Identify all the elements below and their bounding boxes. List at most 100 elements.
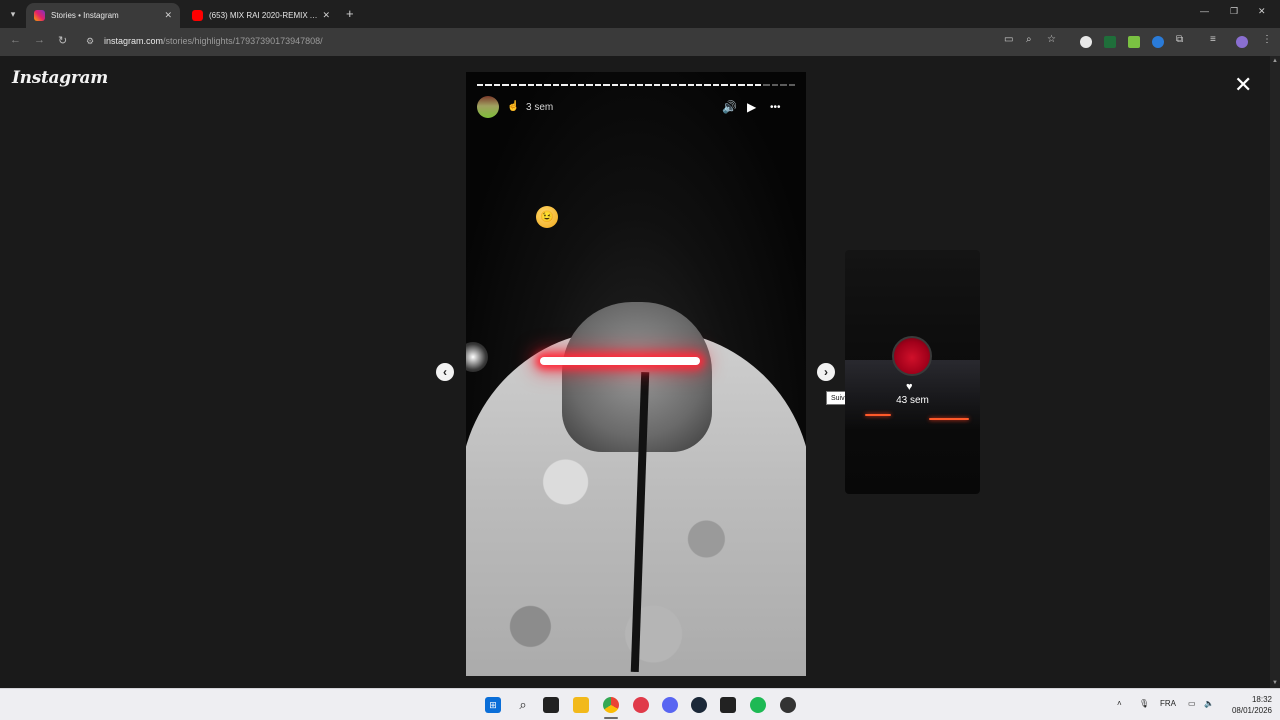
sticker-emoji: 😉 xyxy=(536,206,558,228)
clock-date: 08/01/2026 xyxy=(1231,706,1272,715)
volume-icon[interactable]: 🔈 xyxy=(1204,699,1214,708)
discord-icon[interactable] xyxy=(662,697,678,713)
previous-story-button[interactable]: ‹ xyxy=(436,363,454,381)
minimize-icon[interactable]: — xyxy=(1200,6,1209,16)
spotify-icon[interactable] xyxy=(750,697,766,713)
new-tab-button[interactable]: + xyxy=(346,6,354,21)
forward-icon[interactable]: → xyxy=(34,34,45,46)
next-story-preview[interactable]: ♥ 43 sem xyxy=(845,250,980,494)
progress-segment xyxy=(561,84,568,86)
progress-segment xyxy=(788,84,796,86)
progress-segment xyxy=(712,84,720,86)
progress-segment xyxy=(653,84,661,86)
capcut-icon[interactable] xyxy=(720,697,736,713)
extension-chatgpt-icon[interactable] xyxy=(1080,36,1092,48)
opera-gx-icon[interactable] xyxy=(633,697,649,713)
progress-segment xyxy=(611,84,619,86)
progress-segment xyxy=(569,84,577,86)
tab-close-icon[interactable]: ✕ xyxy=(322,10,330,21)
progress-segment xyxy=(477,84,484,86)
story-user-avatar[interactable] xyxy=(477,96,499,118)
tab-youtube[interactable]: (653) MIX RAI 2020-REMIX ALL... ✕ xyxy=(184,3,338,28)
site-info-icon[interactable]: ⚙ xyxy=(86,36,94,47)
progress-segment xyxy=(695,84,703,86)
story-user-emoji[interactable]: ☝ xyxy=(507,101,519,112)
laser-eyes-effect xyxy=(540,357,700,365)
tab-instagram[interactable]: Stories • Instagram ✕ xyxy=(26,3,180,28)
extensions-puzzle-icon[interactable]: ⧉ xyxy=(1176,34,1183,45)
story-header: ☝ 3 sem 🔊 ▶ ••• xyxy=(477,96,795,120)
active-app-indicator xyxy=(604,717,618,719)
browser-menu-icon[interactable]: ⋮ xyxy=(1262,34,1272,45)
progress-segment xyxy=(578,84,585,86)
next-story-button[interactable]: › xyxy=(817,363,835,381)
tab-title: (653) MIX RAI 2020-REMIX ALL... xyxy=(209,11,319,20)
page-scrollbar[interactable]: ▲ ▼ xyxy=(1270,56,1280,688)
progress-segment xyxy=(729,84,737,86)
cast-icon[interactable]: ▭ xyxy=(1004,34,1013,45)
obs-icon[interactable] xyxy=(780,697,796,713)
preview-avatar xyxy=(892,336,932,376)
address-toolbar: ← → ↻ ⚙ instagram.com/stories/highlights… xyxy=(0,28,1280,56)
chrome-icon[interactable] xyxy=(603,697,619,713)
browser-tab-strip: ▾ Stories • Instagram ✕ (653) MIX RAI 20… xyxy=(0,0,1280,28)
back-icon[interactable]: ← xyxy=(10,34,21,46)
instagram-logo[interactable]: Instagram xyxy=(12,68,108,88)
steam-icon[interactable] xyxy=(691,697,707,713)
reading-list-icon[interactable]: ≡ xyxy=(1210,34,1216,45)
bookmark-star-icon[interactable]: ☆ xyxy=(1047,34,1056,45)
mute-icon[interactable]: 🔊 xyxy=(722,100,737,114)
extension-tradingview-icon[interactable] xyxy=(1104,36,1116,48)
heart-icon: ♥ xyxy=(906,381,913,393)
url-field[interactable]: instagram.com/stories/highlights/1793739… xyxy=(104,36,323,46)
extension-chart-icon[interactable] xyxy=(1128,36,1140,48)
scroll-up-icon[interactable]: ▲ xyxy=(1272,58,1278,64)
progress-segment xyxy=(502,84,509,86)
story-progress-bar xyxy=(477,84,796,86)
story-viewer-page: Instagram ✕ ▲ ▼ 😉 ☝ 3 sem 🔊 ▶ ••• ‹ › Su… xyxy=(0,56,1280,688)
progress-segment xyxy=(594,84,602,86)
extension-shield-icon[interactable] xyxy=(1152,36,1164,48)
story-media[interactable]: 😉 ☝ 3 sem 🔊 ▶ ••• xyxy=(466,72,806,676)
tray-overflow-icon[interactable]: ˄ xyxy=(1117,699,1122,708)
progress-segment xyxy=(679,84,686,86)
youtube-favicon-icon xyxy=(192,10,203,21)
tab-title: Stories • Instagram xyxy=(51,11,119,20)
search-icon[interactable]: ⌕ xyxy=(515,697,531,713)
zoom-icon[interactable]: ⌕ xyxy=(1026,34,1032,45)
network-icon[interactable]: ▭ xyxy=(1188,699,1196,708)
progress-segment xyxy=(637,84,644,86)
input-language[interactable]: FRA xyxy=(1160,699,1176,708)
scroll-down-icon[interactable]: ▼ xyxy=(1272,680,1278,686)
file-explorer-icon[interactable] xyxy=(573,697,589,713)
progress-segment xyxy=(704,84,711,86)
tab-close-icon[interactable]: ✕ xyxy=(164,10,172,21)
task-view-icon[interactable] xyxy=(543,697,559,713)
progress-segment xyxy=(603,84,610,86)
progress-segment xyxy=(687,84,694,86)
play-icon[interactable]: ▶ xyxy=(747,100,756,114)
taskbar-clock[interactable]: 18:32 08/01/2026 xyxy=(1220,694,1272,716)
reload-icon[interactable]: ↻ xyxy=(58,34,67,47)
progress-segment xyxy=(527,84,534,86)
preview-light-trail xyxy=(929,418,969,420)
window-close-icon[interactable]: ✕ xyxy=(1258,6,1266,17)
progress-segment xyxy=(746,84,753,86)
progress-segment xyxy=(620,84,627,86)
profile-avatar[interactable] xyxy=(1236,36,1248,48)
close-viewer-icon[interactable]: ✕ xyxy=(1234,74,1252,96)
restore-icon[interactable]: ❐ xyxy=(1230,6,1238,17)
microphone-icon[interactable]: 🎙 xyxy=(1139,699,1149,708)
progress-segment xyxy=(552,84,560,86)
more-options-icon[interactable]: ••• xyxy=(770,102,781,113)
windows-start-icon[interactable]: ⊞ xyxy=(485,697,501,713)
preview-timestamp: 43 sem xyxy=(896,395,929,406)
windows-taskbar: ⊞ ⌕ ˄ 🎙 FRA ▭ 🔈 18:32 08/01/2026 xyxy=(0,688,1280,720)
instagram-favicon-icon xyxy=(34,10,45,21)
progress-segment xyxy=(544,84,551,86)
tab-search-chevron-icon[interactable]: ▾ xyxy=(6,7,20,21)
progress-segment xyxy=(645,84,652,86)
progress-segment xyxy=(662,84,669,86)
progress-segment xyxy=(485,84,492,86)
progress-segment xyxy=(738,84,745,86)
